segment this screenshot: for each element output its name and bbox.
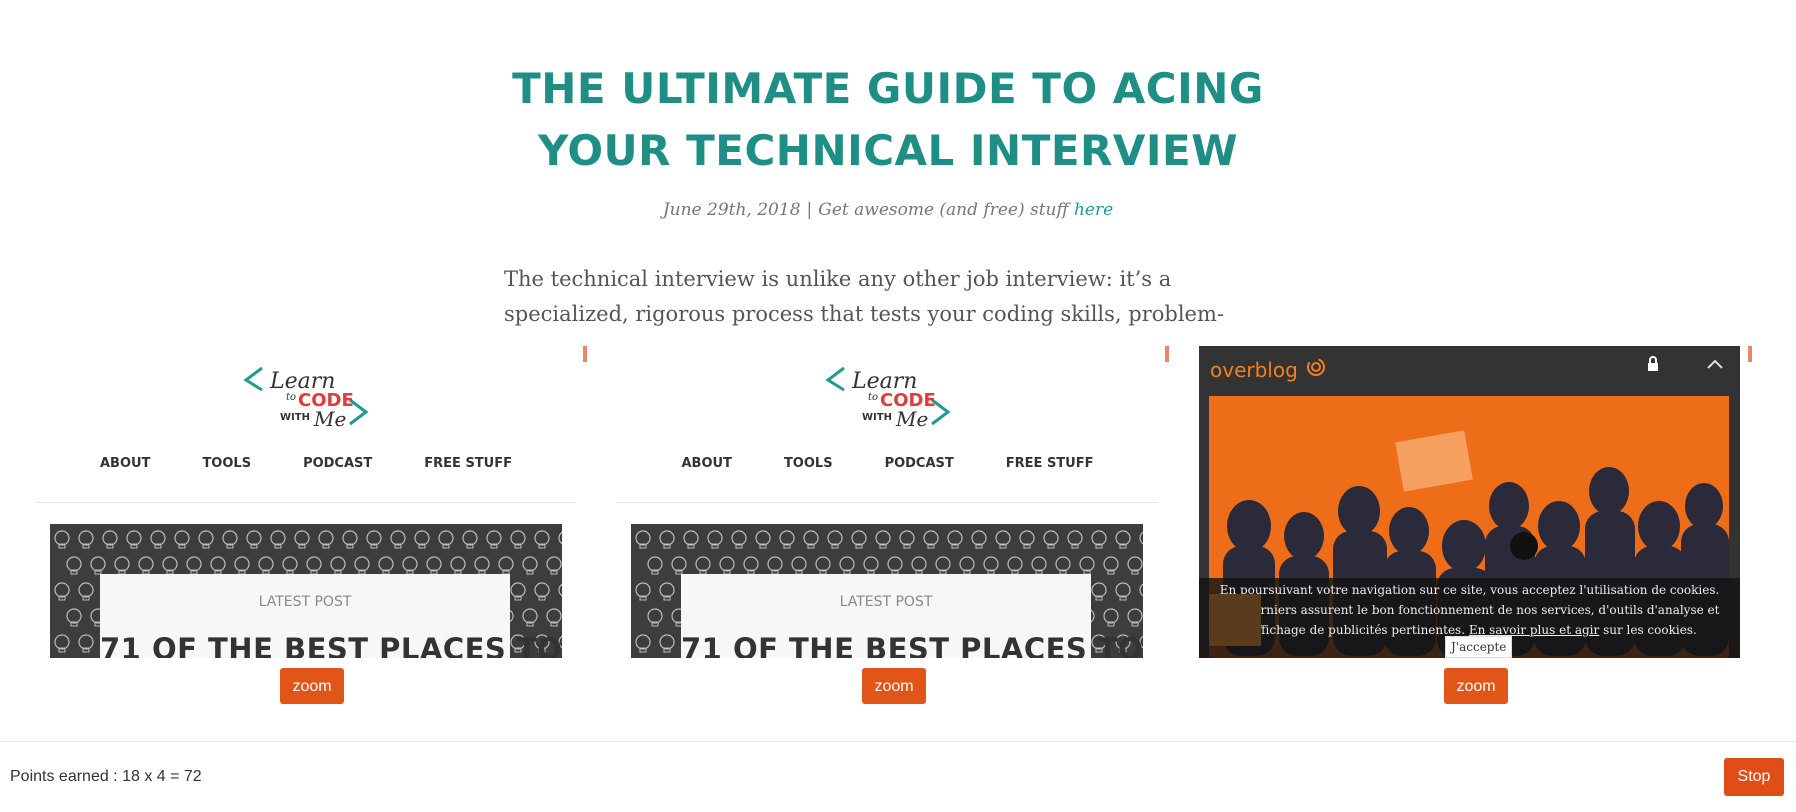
nav-about[interactable]: ABOUT bbox=[100, 456, 150, 471]
svg-text:Me: Me bbox=[895, 407, 928, 430]
latest-post-card[interactable]: LATEST POST 71 OF THE BEST PLACES TO bbox=[100, 574, 563, 658]
article-title: THE ULTIMATE GUIDE TO ACING YOUR TECHNIC… bbox=[0, 58, 1776, 182]
nav-divider bbox=[36, 502, 576, 503]
article-intro: The technical interview is unlike any ot… bbox=[504, 267, 1224, 326]
nav-tools[interactable]: TOOLS bbox=[202, 456, 251, 471]
nav-about[interactable]: ABOUT bbox=[681, 456, 731, 471]
nav-tools[interactable]: TOOLS bbox=[784, 456, 833, 471]
svg-text:to: to bbox=[868, 392, 878, 403]
article-title-line2: YOUR TECHNICAL INTERVIEW bbox=[537, 126, 1239, 175]
footer-bar: Points earned : 18 x 4 = 72 Stop bbox=[0, 741, 1796, 812]
site-nav: ABOUT TOOLS PODCAST FREE STUFF bbox=[36, 456, 576, 471]
article-meta: June 29th, 2018 | Get awesome (and free) s… bbox=[0, 200, 1776, 220]
latest-post-headline: 71 OF THE BEST PLACES TO bbox=[100, 632, 563, 658]
nav-free-stuff[interactable]: FREE STUFF bbox=[424, 456, 512, 471]
panel-marker-3 bbox=[1748, 346, 1752, 362]
cookie-more-link[interactable]: En savoir plus et agir bbox=[1469, 623, 1599, 637]
nav-podcast[interactable]: PODCAST bbox=[885, 456, 954, 471]
overblog-brand: overblog bbox=[1210, 358, 1298, 382]
preview-panel-1: Learn to CODE WITH Me ABOUT TOOLS PODCAS… bbox=[36, 346, 576, 658]
article-date: June 29th, 2018 bbox=[662, 200, 801, 220]
latest-post-card[interactable]: LATEST POST 71 OF THE BEST PLACES TO bbox=[681, 574, 1144, 658]
zoom-button-3[interactable]: zoom bbox=[1444, 668, 1508, 704]
nav-podcast[interactable]: PODCAST bbox=[303, 456, 372, 471]
preview-panel-2: Learn to CODE WITH Me ABOUT TOOLS PODCAS… bbox=[617, 346, 1158, 658]
cookie-line3-post: sur les cookies. bbox=[1603, 623, 1697, 637]
latest-post-headline: 71 OF THE BEST PLACES TO bbox=[681, 632, 1144, 658]
meta-link[interactable]: here bbox=[1074, 200, 1113, 220]
menu-icon[interactable] bbox=[1209, 594, 1261, 646]
zoom-button-1[interactable]: zoom bbox=[280, 668, 344, 704]
cookie-line3-pre: l’affichage de publicités pertinentes. bbox=[1242, 623, 1466, 637]
preview-panel-3: overblog En poursuivant votre navigation… bbox=[1199, 346, 1740, 658]
learn-to-code-logo-icon: Learn to CODE WITH Me bbox=[243, 366, 369, 430]
latest-post-label: LATEST POST bbox=[839, 594, 933, 610]
nav-free-stuff[interactable]: FREE STUFF bbox=[1006, 456, 1094, 471]
article-title-line1: THE ULTIMATE GUIDE TO ACING bbox=[512, 64, 1264, 113]
svg-text:WITH: WITH bbox=[280, 412, 310, 423]
overblog-topbar: overblog bbox=[1199, 346, 1740, 386]
svg-text:WITH: WITH bbox=[862, 412, 892, 423]
chevron-up-icon[interactable] bbox=[1706, 358, 1724, 370]
meta-text: Get awesome (and free) stuff bbox=[818, 200, 1069, 220]
site-logo: Learn to CODE WITH Me bbox=[36, 360, 576, 430]
hero-banner: LATEST POST 71 OF THE BEST PLACES TO bbox=[50, 524, 562, 658]
panel-marker-1 bbox=[583, 346, 587, 362]
nav-divider bbox=[617, 502, 1158, 503]
site-logo: Learn to CODE WITH Me bbox=[617, 360, 1158, 430]
learn-to-code-logo-icon: Learn to CODE WITH Me bbox=[824, 366, 950, 430]
zoom-button-2[interactable]: zoom bbox=[862, 668, 926, 704]
panel-marker-2 bbox=[1165, 346, 1169, 362]
points-earned: Points earned : 18 x 4 = 72 bbox=[10, 768, 202, 785]
svg-text:to: to bbox=[286, 392, 296, 403]
cookie-line2: Ces derniers assurent le bon fonctionnem… bbox=[1219, 603, 1720, 617]
latest-post-label: LATEST POST bbox=[258, 594, 352, 610]
site-nav: ABOUT TOOLS PODCAST FREE STUFF bbox=[617, 456, 1158, 471]
hero-banner: LATEST POST 71 OF THE BEST PLACES TO bbox=[631, 524, 1143, 658]
stop-button[interactable]: Stop bbox=[1724, 758, 1784, 796]
overblog-logo[interactable]: overblog bbox=[1210, 355, 1328, 382]
lock-icon bbox=[1648, 356, 1658, 371]
cookie-line1: En poursuivant votre navigation sur ce s… bbox=[1219, 583, 1720, 597]
meta-separator: | bbox=[806, 200, 813, 220]
svg-text:Me: Me bbox=[313, 407, 346, 430]
overblog-swirl-icon bbox=[1307, 358, 1326, 376]
cookie-accept-button[interactable]: J'accepte bbox=[1445, 636, 1513, 658]
